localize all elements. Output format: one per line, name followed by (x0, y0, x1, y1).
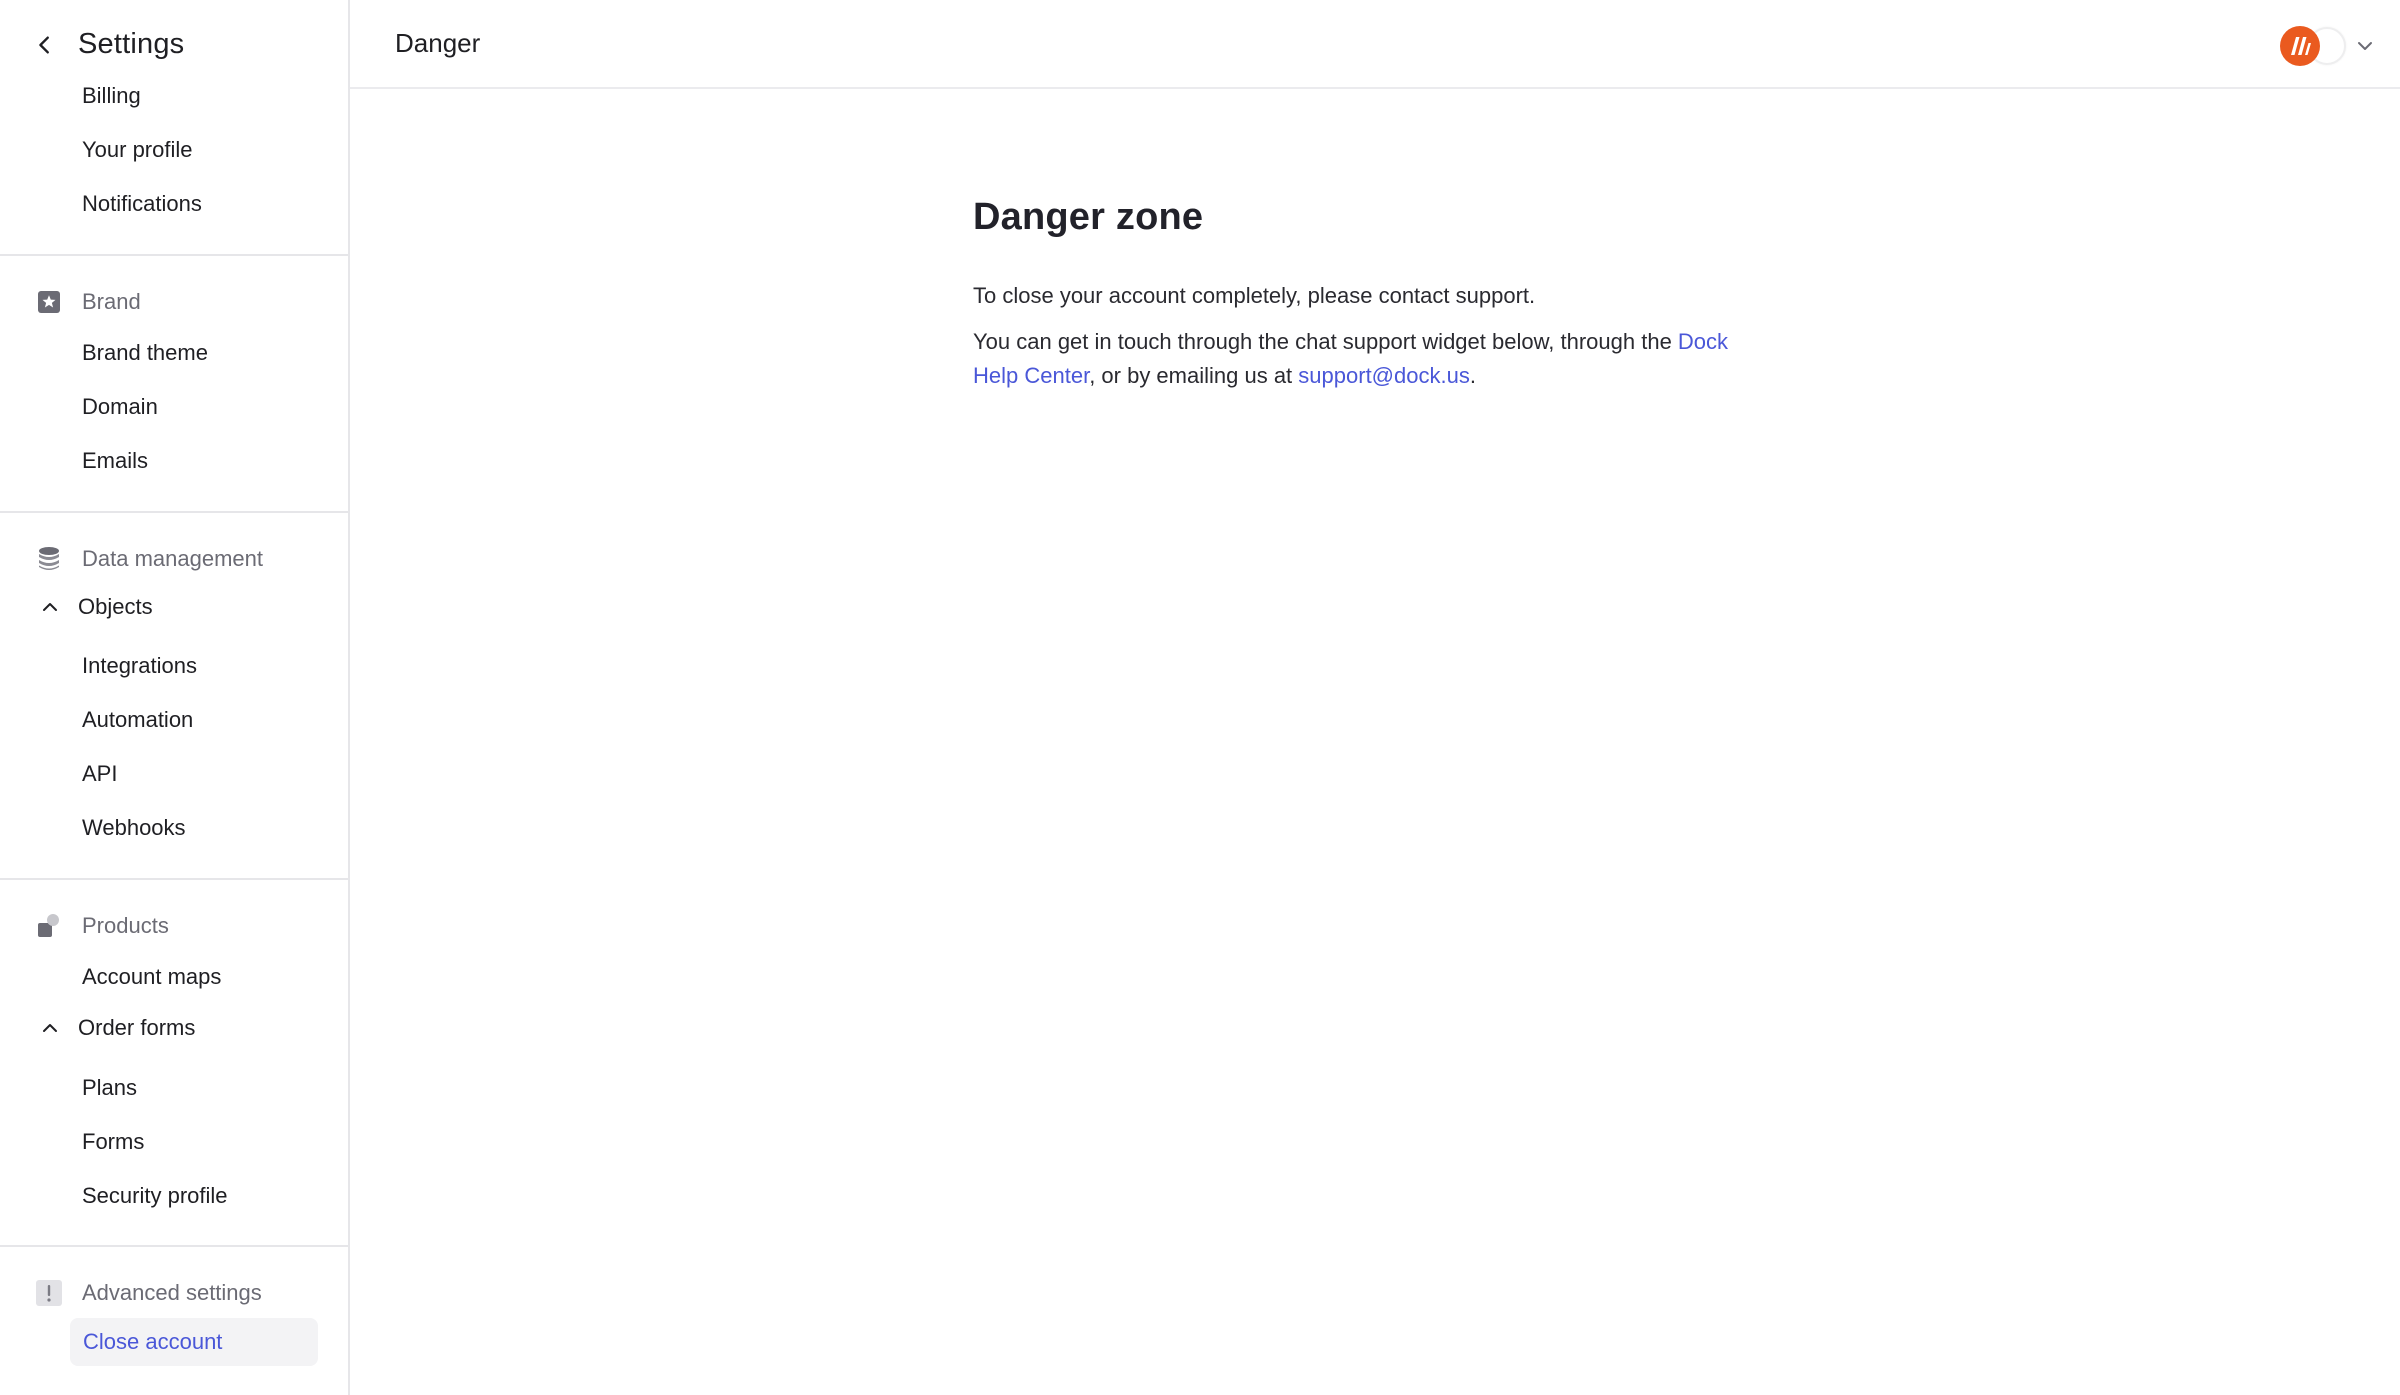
sidebar-item-forms[interactable]: Forms (82, 1128, 144, 1156)
star-badge-icon (36, 289, 62, 315)
sidebar-item-brand-theme[interactable]: Brand theme (82, 339, 208, 367)
group-label-advanced-settings: Advanced settings (82, 1280, 262, 1305)
support-text-part: You can get in touch through the chat su… (973, 329, 1678, 354)
product-icon (36, 913, 62, 939)
settings-sidebar: Settings Billing Your profile Notificati… (0, 0, 350, 1395)
support-email-link[interactable]: support@dock.us (1298, 363, 1470, 388)
page-title: Danger zone (973, 196, 1204, 238)
chevron-down-icon (2358, 42, 2372, 50)
sidebar-item-emails[interactable]: Emails (82, 447, 148, 475)
sidebar-item-your-profile[interactable]: Your profile (82, 136, 192, 164)
page-breadcrumb: Danger (395, 28, 481, 58)
sidebar-item-objects[interactable]: Objects (40, 594, 153, 620)
support-contact-text: You can get in touch through the chat su… (973, 325, 1773, 393)
back-button[interactable] (32, 32, 58, 58)
group-header-products: Products (36, 911, 169, 941)
sidebar-item-order-forms-label: Order forms (78, 1015, 196, 1040)
sidebar-item-order-forms[interactable]: Order forms (40, 1015, 195, 1041)
sidebar-divider (0, 254, 348, 256)
support-text-part: , or by emailing us at (1089, 363, 1299, 388)
sidebar-item-domain[interactable]: Domain (82, 393, 158, 421)
close-account-instructions: To close your account completely, please… (973, 283, 1536, 308)
sidebar-item-automation[interactable]: Automation (82, 706, 193, 734)
sidebar-item-billing[interactable]: Billing (82, 82, 141, 110)
sidebar-item-close-account[interactable]: Close account (70, 1318, 318, 1366)
support-text-part: . (1469, 363, 1476, 388)
sidebar-header: Settings (0, 0, 348, 89)
sidebar-divider (0, 511, 348, 513)
account-menu-button[interactable] (2280, 26, 2376, 66)
group-label-brand: Brand (82, 289, 141, 314)
dock-logo-icon (2280, 26, 2320, 66)
chevron-left-icon (39, 35, 49, 54)
group-label-products: Products (82, 913, 169, 938)
chevron-up-icon (43, 603, 57, 611)
sidebar-divider (0, 1245, 348, 1247)
exclamation-icon (36, 1280, 62, 1306)
sidebar-item-objects-label: Objects (78, 594, 153, 619)
sidebar-item-notifications[interactable]: Notifications (82, 190, 202, 218)
sidebar-divider (0, 878, 348, 880)
sidebar-item-security-profile[interactable]: Security profile (82, 1182, 228, 1210)
group-header-advanced-settings: Advanced settings (36, 1278, 262, 1308)
sidebar-title: Settings (78, 28, 185, 60)
danger-zone-section: Danger zone To close your account comple… (973, 196, 1773, 393)
app: Settings Billing Your profile Notificati… (0, 0, 2400, 1395)
top-bar: Danger (350, 0, 2400, 89)
sidebar-item-account-maps[interactable]: Account maps (82, 963, 221, 991)
sidebar-item-close-account-label: Close account (83, 1329, 223, 1354)
group-header-brand: Brand (36, 287, 141, 317)
chevron-up-icon (43, 1024, 57, 1032)
group-label-data-management: Data management (82, 546, 263, 571)
database-icon (36, 546, 62, 572)
group-header-data-management: Data management (36, 544, 263, 574)
sidebar-item-integrations[interactable]: Integrations (82, 652, 197, 680)
sidebar-item-api[interactable]: API (82, 760, 117, 788)
sidebar-item-webhooks[interactable]: Webhooks (82, 814, 186, 842)
sidebar-item-plans[interactable]: Plans (82, 1074, 137, 1102)
